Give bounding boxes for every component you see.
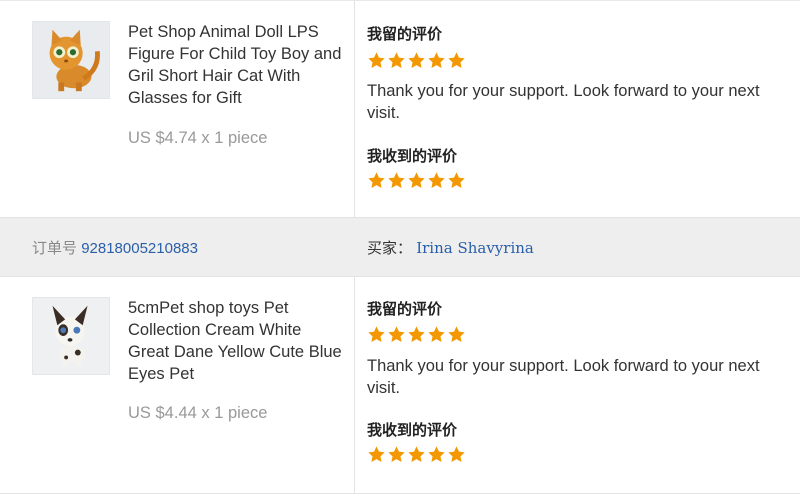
star-icon <box>367 325 386 344</box>
order-review-list: Pet Shop Animal Doll LPS Figure For Chil… <box>0 0 800 494</box>
star-icon <box>447 445 466 464</box>
order-item: 5cmPet shop toys Pet Collection Cream Wh… <box>0 276 800 494</box>
buyer-label: 买家： <box>367 239 413 257</box>
star-icon <box>427 445 446 464</box>
buyer-group: 买家： Irina Shavyrina <box>355 237 534 258</box>
product-image[interactable] <box>32 21 110 99</box>
great-dane-dog-figure-icon <box>33 298 109 374</box>
received-review-label: 我收到的评价 <box>367 422 458 439</box>
my-review-stars <box>367 325 466 344</box>
product-image[interactable] <box>32 297 110 375</box>
star-icon <box>427 51 446 70</box>
product-cell: Pet Shop Animal Doll LPS Figure For Chil… <box>0 1 355 217</box>
my-review-label: 我留的评价 <box>367 26 443 43</box>
received-review-label: 我收到的评价 <box>367 148 458 165</box>
order-number-group: 订单号 92818005210883 <box>0 237 355 258</box>
star-icon <box>387 51 406 70</box>
my-review-text: Thank you for your support. Look forward… <box>367 357 760 397</box>
order-number-link[interactable]: 92818005210883 <box>81 240 198 257</box>
review-cell: 我留的评价 Thank you for your support. Look f… <box>355 1 800 217</box>
product-title[interactable]: Pet Shop Animal Doll LPS Figure For Chil… <box>128 21 343 109</box>
review-cell: 我留的评价 Thank you for your support. Look f… <box>355 277 800 493</box>
star-icon <box>427 325 446 344</box>
product-title[interactable]: 5cmPet shop toys Pet Collection Cream Wh… <box>128 297 343 385</box>
star-icon <box>407 51 426 70</box>
orange-cat-figure-icon <box>33 22 109 98</box>
product-price: US $4.74 x 1 piece <box>128 129 268 147</box>
star-icon <box>407 171 426 190</box>
order-header: 订单号 92818005210883 买家： Irina Shavyrina <box>0 218 800 276</box>
star-icon <box>407 325 426 344</box>
star-icon <box>407 445 426 464</box>
star-icon <box>427 171 446 190</box>
star-icon <box>387 325 406 344</box>
star-icon <box>447 51 466 70</box>
star-icon <box>447 325 466 344</box>
received-review-stars <box>367 445 466 464</box>
star-icon <box>447 171 466 190</box>
star-icon <box>367 51 386 70</box>
star-icon <box>387 171 406 190</box>
star-icon <box>367 171 386 190</box>
order-number-label: 订单号 <box>32 239 78 257</box>
product-cell: 5cmPet shop toys Pet Collection Cream Wh… <box>0 277 355 493</box>
received-review-stars <box>367 171 466 190</box>
star-icon <box>367 445 386 464</box>
star-icon <box>387 445 406 464</box>
my-review-text: Thank you for your support. Look forward… <box>367 82 760 122</box>
order-item: Pet Shop Animal Doll LPS Figure For Chil… <box>0 0 800 218</box>
buyer-name-link[interactable]: Irina Shavyrina <box>416 239 534 257</box>
product-price: US $4.44 x 1 piece <box>128 404 268 422</box>
my-review-label: 我留的评价 <box>367 301 443 318</box>
my-review-stars <box>367 51 466 70</box>
